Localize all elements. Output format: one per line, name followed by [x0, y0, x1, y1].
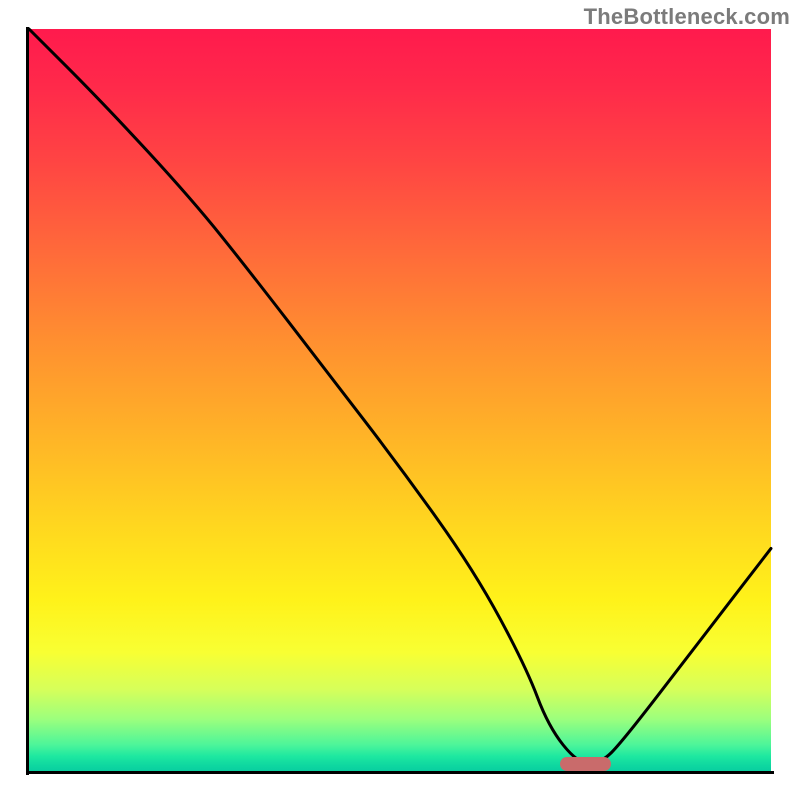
x-axis [26, 771, 774, 774]
y-axis [26, 27, 29, 775]
chart-container: TheBottleneck.com [0, 0, 800, 800]
optimal-marker [560, 757, 612, 771]
watermark-text: TheBottleneck.com [584, 4, 790, 30]
plot-area [29, 29, 771, 771]
bottleneck-curve [29, 29, 771, 771]
